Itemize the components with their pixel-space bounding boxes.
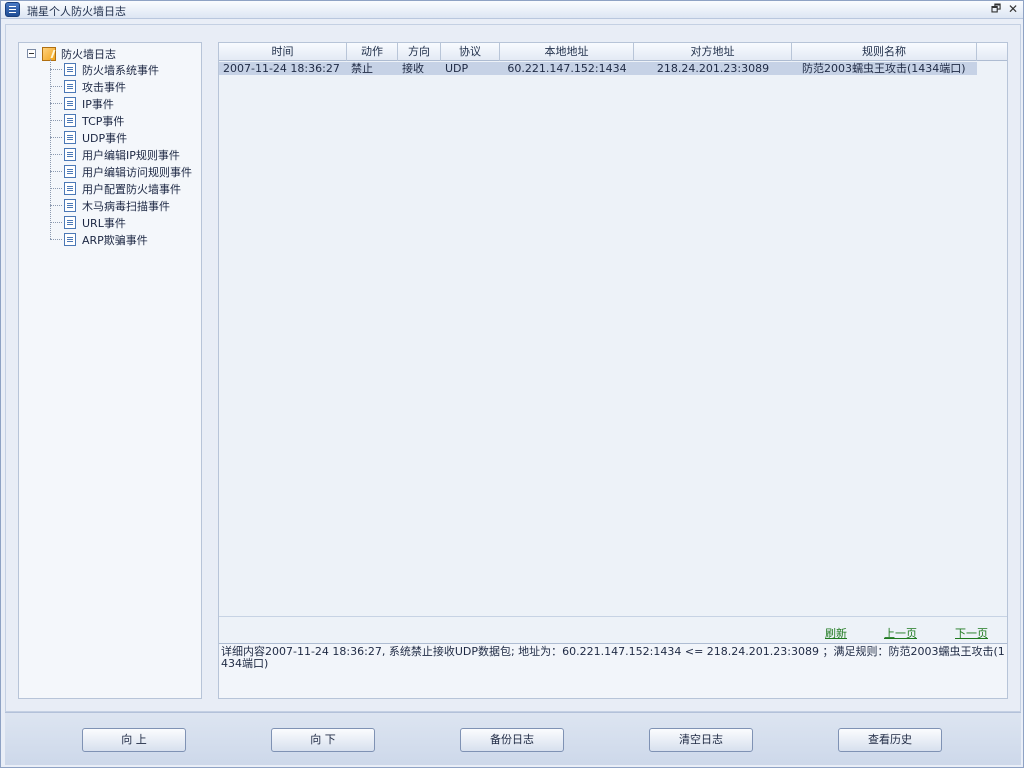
log-document-icon [64,216,76,229]
detail-text: 详细内容2007-11-24 18:36:27, 系统禁止接收UDP数据包; 地… [219,643,1007,698]
tree-item-label: UDP事件 [82,131,128,145]
tree-branch-line [50,120,62,121]
tree-branch-line [50,154,62,155]
previous-page-link[interactable]: 上一页 [884,625,917,641]
tree-item-label: 攻击事件 [82,80,126,94]
tree-item-trojan-scan-events[interactable]: 木马病毒扫描事件 [50,197,170,214]
tree-item-label: 木马病毒扫描事件 [82,199,170,213]
firewall-app-icon [5,2,20,17]
scroll-up-button[interactable]: 向 上 [82,728,186,752]
column-header-rule-name[interactable]: 规则名称 [792,43,977,61]
tree-item-ip-events[interactable]: IP事件 [50,95,114,112]
tree-branch-line [50,103,62,104]
next-page-link[interactable]: 下一页 [955,625,988,641]
clear-log-button[interactable]: 清空日志 [649,728,753,752]
tree-item-label: URL事件 [82,216,126,230]
log-document-icon [64,114,76,127]
column-header-local-address[interactable]: 本地地址 [500,43,634,61]
firewall-log-window: 瑞星个人防火墙日志 🗗 ✕ 防火墙日志 防火墙系统事件 攻击事件 IP事件 TC… [0,0,1024,768]
tree-branch-line [50,188,62,189]
cell-remote-address: 218.24.201.23:3089 [656,62,770,75]
title-bar: 瑞星个人防火墙日志 🗗 ✕ [1,1,1023,19]
log-document-icon [64,182,76,195]
tree-item-udp-events[interactable]: UDP事件 [50,129,127,146]
tree-item-label: 用户配置防火墙事件 [82,182,181,196]
tree-branch-line [50,137,62,138]
cell-direction: 接收 [402,62,424,75]
scroll-down-button[interactable]: 向 下 [271,728,375,752]
column-header-spacer [977,43,1007,61]
tree-branch-line [50,222,62,223]
log-tree-panel: 防火墙日志 防火墙系统事件 攻击事件 IP事件 TCP事件 UDP事件 用户编辑… [18,42,202,699]
cell-rule-name: 防范2003蠕虫王攻击(1434端口) [802,62,966,75]
cell-time: 2007-11-24 18:36:27 [223,62,340,75]
pagination-bar: 刷新 上一页 下一页 [219,616,1007,643]
cell-local-address: 60.221.147.152:1434 [507,62,627,75]
tree-item-label: 用户编辑IP规则事件 [82,148,180,162]
column-header-time[interactable]: 时间 [219,43,347,61]
tree-item-label: 防火墙系统事件 [82,63,159,77]
cell-protocol: UDP [445,62,469,75]
tree-item-tcp-events[interactable]: TCP事件 [50,112,124,129]
log-document-icon [64,233,76,246]
tree-item-label: TCP事件 [82,114,125,128]
column-header-action[interactable]: 动作 [347,43,398,61]
tree-item-user-access-rule-events[interactable]: 用户编辑访问规则事件 [50,163,192,180]
tree-item-user-config-events[interactable]: 用户配置防火墙事件 [50,180,181,197]
log-document-icon [64,165,76,178]
tree-item-label: IP事件 [82,97,114,111]
log-table[interactable]: 时间 动作 方向 协议 本地地址 对方地址 规则名称 2007-11-24 18… [219,43,1007,616]
restore-icon[interactable]: 🗗 [989,2,1003,16]
tree-item-attack-events[interactable]: 攻击事件 [50,78,126,95]
log-document-icon [64,148,76,161]
column-header-protocol[interactable]: 协议 [441,43,500,61]
tree-item-label: 用户编辑访问规则事件 [82,165,192,179]
log-document-icon [64,97,76,110]
tree-root-label: 防火墙日志 [61,47,116,61]
tree-item-url-events[interactable]: URL事件 [50,214,126,231]
tree-item-system-events[interactable]: 防火墙系统事件 [50,61,159,78]
folder-log-icon [42,46,56,61]
close-icon[interactable]: ✕ [1006,2,1020,16]
collapse-icon[interactable] [27,49,36,58]
tree-item-arp-events[interactable]: ARP欺骗事件 [50,231,148,248]
log-document-icon [64,131,76,144]
table-row[interactable]: 2007-11-24 18:36:27 禁止 接收 UDP 60.221.147… [219,62,977,75]
tree-item-label: ARP欺骗事件 [82,233,148,247]
action-bar: 向 上 向 下 备份日志 清空日志 查看历史 [5,712,1021,765]
backup-log-button[interactable]: 备份日志 [460,728,564,752]
tree-branch-line [50,69,62,70]
tree-branch-line [50,171,62,172]
column-header-remote-address[interactable]: 对方地址 [634,43,792,61]
refresh-link[interactable]: 刷新 [825,625,847,641]
tree-branch-line [50,205,62,206]
tree-item-user-ip-rule-events[interactable]: 用户编辑IP规则事件 [50,146,180,163]
log-document-icon [64,199,76,212]
log-document-icon [64,63,76,76]
tree-root[interactable]: 防火墙日志 [27,45,116,62]
window-title: 瑞星个人防火墙日志 [27,5,126,18]
column-header-direction[interactable]: 方向 [398,43,441,61]
log-detail-panel: 时间 动作 方向 协议 本地地址 对方地址 规则名称 2007-11-24 18… [218,42,1008,699]
table-header: 时间 动作 方向 协议 本地地址 对方地址 规则名称 [219,43,1007,61]
tree-branch-line [50,86,62,87]
tree-branch-line [50,239,62,240]
log-document-icon [64,80,76,93]
cell-action: 禁止 [351,62,373,75]
view-history-button[interactable]: 查看历史 [838,728,942,752]
